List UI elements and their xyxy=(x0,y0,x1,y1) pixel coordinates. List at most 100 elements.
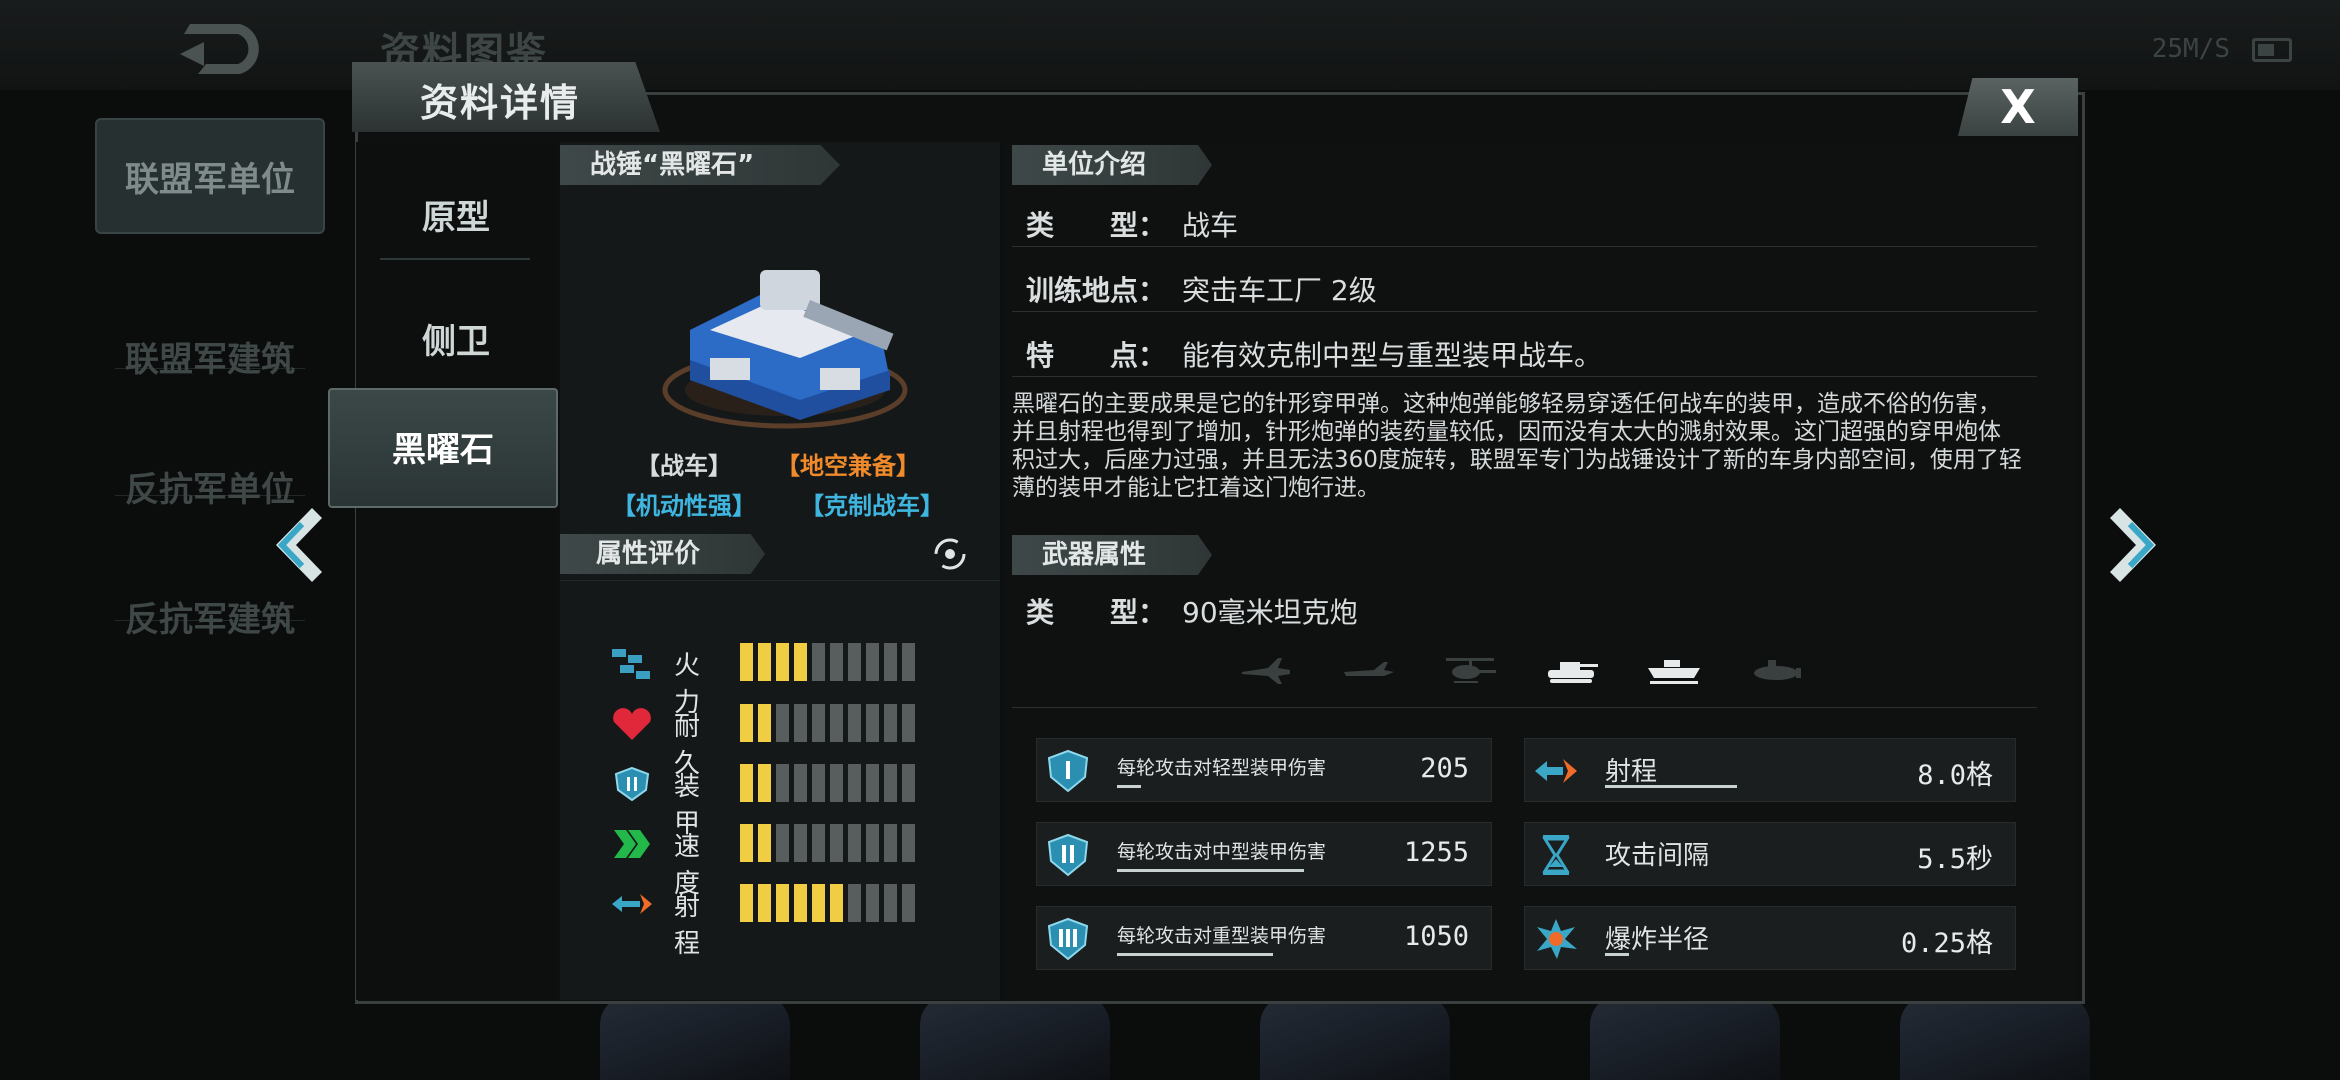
variant-tabs: 原型 侧卫 黑曜石 xyxy=(328,142,558,1000)
weapon-title: 武器属性 xyxy=(1012,535,1212,575)
attribute-label: 射程 xyxy=(674,892,701,959)
bar-segment-filled xyxy=(776,643,789,681)
category-alliance-units[interactable]: 联盟军单位 xyxy=(95,118,325,234)
stat-bar xyxy=(1117,953,1273,956)
bar-segment-empty xyxy=(848,884,861,922)
weapon-header: 武器属性 xyxy=(1012,535,1212,575)
ship-icon xyxy=(1648,660,1700,684)
attribute-bar xyxy=(740,643,915,683)
attribute-bar xyxy=(740,764,915,804)
stat-bar xyxy=(1605,785,1737,788)
stat-label: 每轮攻击对重型装甲伤害 xyxy=(1117,925,1327,947)
bar-segment-empty xyxy=(866,704,879,742)
bar-segment-empty xyxy=(776,764,789,802)
attribute-bar xyxy=(740,704,915,744)
bar-segment-empty xyxy=(794,704,807,742)
unit-description: 黑曜石的主要成果是它的针形穿甲弹。这种炮弹能够轻易穿透任何战车的装甲，造成不俗的… xyxy=(1012,391,2022,501)
stat-bar xyxy=(1117,869,1304,872)
hourglass-icon xyxy=(1542,835,1570,875)
divider xyxy=(380,258,530,260)
tab-flanker[interactable]: 侧卫 xyxy=(356,282,556,402)
bar-segment-empty xyxy=(812,764,825,802)
intro-header: 单位介绍 xyxy=(1012,145,1212,185)
info-row-feature: 特 点： 能有效克制中型与重型装甲战车。 xyxy=(1012,326,2037,377)
stat-label: 射程 xyxy=(1605,757,1658,787)
stat-bar xyxy=(1117,785,1141,788)
stat-blast-radius: 爆炸半径 0.25格 xyxy=(1524,906,2016,970)
helicopter-icon xyxy=(1446,658,1496,683)
bar-segment-empty xyxy=(884,824,897,862)
blast-radius-icon xyxy=(1537,919,1577,959)
bar-segment-filled xyxy=(740,704,753,742)
bar-segment-empty xyxy=(830,704,843,742)
stat-label: 攻击间隔 xyxy=(1605,841,1710,871)
tab-obsidian[interactable]: 黑曜石 xyxy=(328,388,558,508)
stat-bar xyxy=(1605,953,1629,956)
stat-heavy-armor-damage: 每轮攻击对重型装甲伤害 1050 xyxy=(1036,906,1492,970)
bar-segment-filled xyxy=(758,764,771,802)
unit-thumbnail[interactable] xyxy=(1900,995,2090,1080)
bar-segment-empty xyxy=(830,643,843,681)
bar-segment-filled xyxy=(758,643,771,681)
bar-segment-filled xyxy=(740,884,753,922)
unit-thumbnail[interactable] xyxy=(1260,995,1450,1080)
tag-anti-air-ground: 【地空兼备】 xyxy=(776,452,920,480)
category-list: 联盟军单位 联盟军建筑 反抗军单位 反抗军建筑 xyxy=(95,110,325,1080)
stat-light-armor-damage: 每轮攻击对轻型装甲伤害 205 xyxy=(1036,738,1492,802)
info-value: 战车 xyxy=(1182,209,1239,242)
unit-name: 战锤“黑曜石” xyxy=(560,145,840,185)
stat-label: 每轮攻击对轻型装甲伤害 xyxy=(1117,757,1327,779)
unit-thumbnail-strip xyxy=(560,995,2110,1080)
bar-segment-filled xyxy=(740,824,753,862)
bar-segment-filled xyxy=(740,643,753,681)
stat-value: 1050 xyxy=(1403,921,1469,952)
unit-thumbnail[interactable] xyxy=(1590,995,1780,1080)
bar-segment-empty xyxy=(812,824,825,862)
prev-arrow-icon[interactable] xyxy=(262,500,332,590)
next-arrow-icon[interactable] xyxy=(2100,500,2170,590)
range-icon xyxy=(1535,759,1577,783)
battery-icon xyxy=(2252,38,2292,62)
stat-value: 5.5秒 xyxy=(1917,844,1993,875)
unit-thumbnail[interactable] xyxy=(920,995,1110,1080)
target-type-icons xyxy=(1220,648,1840,692)
weapon-type-value: 90毫米坦克炮 xyxy=(1182,596,1358,629)
unit-thumbnail[interactable] xyxy=(600,995,790,1080)
speed-chevron-icon xyxy=(614,830,650,858)
bar-segment-empty xyxy=(902,884,915,922)
bar-segment-filled xyxy=(776,884,789,922)
bar-segment-empty xyxy=(812,704,825,742)
info-value: 突击车工厂 2级 xyxy=(1182,274,1377,307)
refresh-icon[interactable] xyxy=(930,534,970,574)
medium-armor-icon xyxy=(1047,833,1089,877)
bar-segment-empty xyxy=(848,643,861,681)
bar-segment-empty xyxy=(776,824,789,862)
close-button[interactable]: X xyxy=(1958,78,2078,136)
intro-title: 单位介绍 xyxy=(1012,145,1212,185)
light-armor-icon xyxy=(1047,749,1089,793)
tab-prototype[interactable]: 原型 xyxy=(356,158,556,278)
network-speed: 25M/S xyxy=(2151,34,2230,64)
tank-icon xyxy=(1548,662,1598,683)
plane-icon xyxy=(1344,662,1394,676)
bar-segment-empty xyxy=(794,764,807,802)
weapon-type-key: 类 型： xyxy=(1026,596,1167,629)
bar-segment-filled xyxy=(740,764,753,802)
stat-value: 8.0格 xyxy=(1917,760,1993,791)
firepower-icon xyxy=(612,649,650,679)
tag-counter-vehicle: 【克制战车】 xyxy=(800,492,944,520)
dialog-title: 资料详情 xyxy=(420,81,581,125)
back-arrow-icon[interactable] xyxy=(170,14,266,84)
bar-segment-empty xyxy=(812,643,825,681)
tag-vehicle: 【战车】 xyxy=(636,452,732,480)
stat-range: 射程 8.0格 xyxy=(1524,738,2016,802)
bar-segment-empty xyxy=(830,764,843,802)
category-alliance-buildings[interactable]: 联盟军建筑 xyxy=(95,300,325,420)
bar-segment-empty xyxy=(866,643,879,681)
range-arrow-icon xyxy=(612,894,652,914)
bar-segment-empty xyxy=(848,824,861,862)
info-key: 训练地点： xyxy=(1026,274,1167,307)
stat-medium-armor-damage: 每轮攻击对中型装甲伤害 1255 xyxy=(1036,822,1492,886)
attributes-header: 属性评价 xyxy=(560,534,765,574)
bar-segment-filled xyxy=(758,824,771,862)
